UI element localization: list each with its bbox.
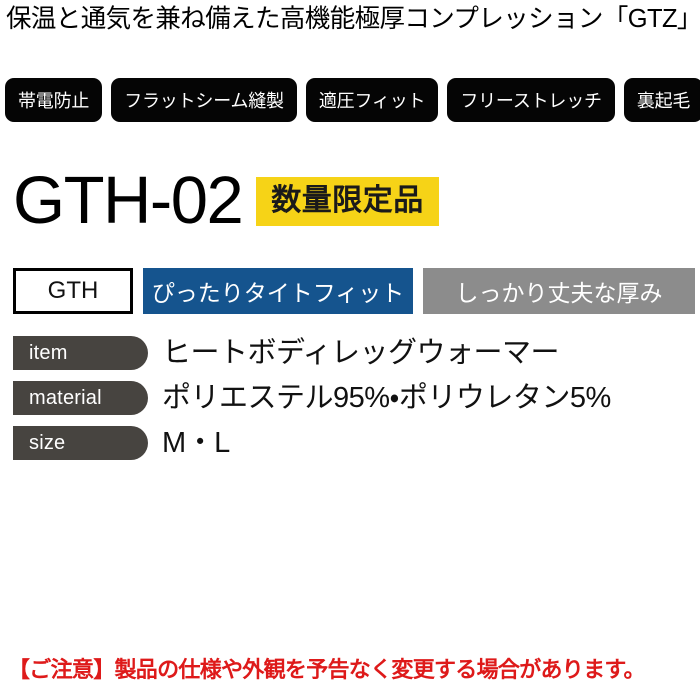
feature-badge-row: 帯電防止 フラットシーム縫製 適圧フィット フリーストレッチ 裏起毛 <box>5 78 700 122</box>
page-headline: 保温と通気を兼ね備えた高機能極厚コンプレッション「GTZ」 <box>6 5 700 33</box>
spec-row-material: material ポリエステル95%・ポリウレタン5% <box>13 379 697 417</box>
feature-badge: 適圧フィット <box>305 78 439 122</box>
chip-thickness: しっかり丈夫な厚み <box>423 268 695 314</box>
feature-badge: 帯電防止 <box>5 78 103 122</box>
feature-badge: フリーストレッチ <box>447 78 615 122</box>
spec-label: size <box>13 426 148 460</box>
feature-badge: 裏起毛 <box>623 78 700 122</box>
spec-table: item ヒートボディレッグウォーマー material ポリエステル95%・ポ… <box>13 334 697 469</box>
spec-value: M・L <box>162 427 230 459</box>
chip-fit-type: ぴったりタイトフィット <box>143 268 413 314</box>
spec-label: item <box>13 336 148 370</box>
spec-value: ヒートボディレッグウォーマー <box>162 337 559 369</box>
spec-row-size: size M・L <box>13 424 697 462</box>
limited-quantity-badge: 数量限定品 <box>256 176 439 226</box>
spec-row-item: item ヒートボディレッグウォーマー <box>13 334 697 372</box>
footer-notice: 【ご注意】製品の仕様や外観を予告なく変更する場合があります。 <box>8 657 646 682</box>
spec-value: ポリエステル95%・ポリウレタン5% <box>162 382 611 414</box>
chip-series-gth: GTH <box>13 268 133 314</box>
feature-badge: フラットシーム縫製 <box>111 78 297 122</box>
category-chip-row: GTH ぴったりタイトフィット しっかり丈夫な厚み <box>13 268 695 314</box>
spec-label: material <box>13 381 148 415</box>
product-info-sheet: 保温と通気を兼ね備えた高機能極厚コンプレッション「GTZ」 帯電防止 フラットシ… <box>0 0 700 700</box>
product-code: GTH-02 <box>13 163 244 238</box>
product-code-row: GTH-02 数量限定品 <box>13 163 693 239</box>
